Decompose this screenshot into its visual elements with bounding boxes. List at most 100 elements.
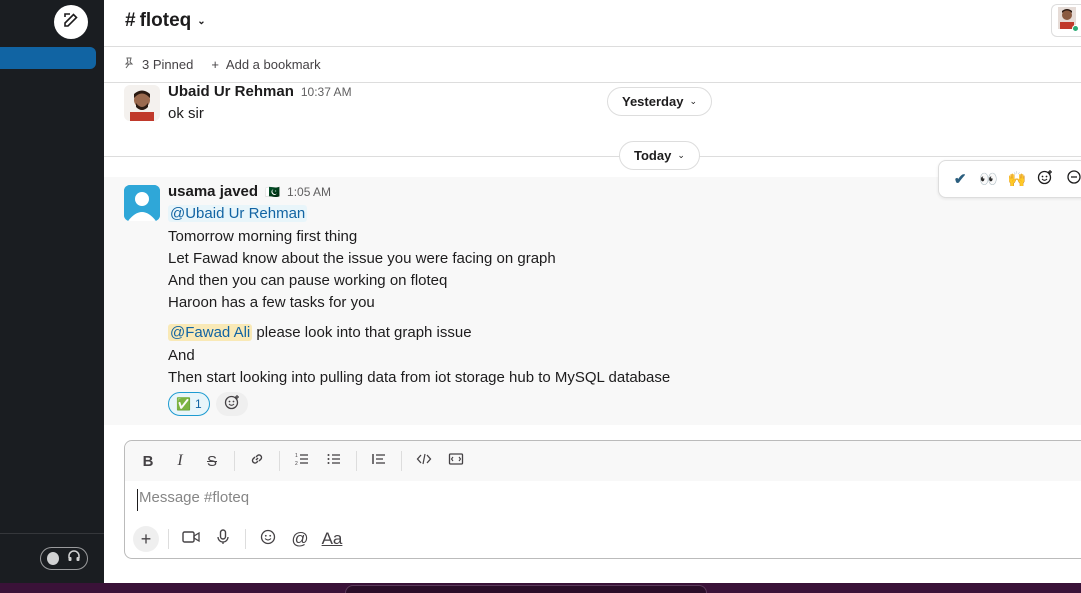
toggle-knob bbox=[47, 552, 59, 565]
channel-hash: # bbox=[125, 10, 136, 31]
date-divider-yesterday[interactable]: Yesterday ⌄ bbox=[607, 87, 712, 116]
message-header: Ubaid Ur Rehman 10:37 AM bbox=[168, 83, 352, 100]
toolbar-separator bbox=[245, 529, 246, 549]
toolbar-separator bbox=[234, 451, 235, 471]
add-emoji-icon bbox=[224, 394, 240, 415]
mention-followup-text: please look into that graph issue bbox=[252, 324, 472, 341]
message-line: @Fawad Ali please look into that graph i… bbox=[168, 322, 472, 344]
reaction-emoji: ✅ bbox=[176, 397, 191, 411]
message-line: Then start looking into pulling data fro… bbox=[168, 369, 671, 386]
svg-text:2: 2 bbox=[295, 461, 298, 467]
timestamp[interactable]: 10:37 AM bbox=[301, 85, 352, 99]
message-line: @Ubaid Ur Rehman bbox=[168, 203, 308, 225]
strikethrough-button[interactable]: S bbox=[199, 448, 225, 474]
chevron-down-icon: ⌄ bbox=[677, 150, 685, 160]
plus-icon: + bbox=[211, 57, 219, 72]
channel-title-button[interactable]: # floteq ⌄ bbox=[125, 10, 206, 32]
avatar[interactable] bbox=[124, 85, 160, 121]
message: Ubaid Ur Rehman 10:37 AM ok sir bbox=[104, 83, 1081, 139]
status-flag[interactable]: 🇵🇰 bbox=[265, 185, 280, 199]
message: usama javed 🇵🇰 1:05 AM @Ubaid Ur Rehman … bbox=[104, 183, 1081, 423]
link-button[interactable] bbox=[244, 448, 270, 474]
blockquote-icon bbox=[371, 451, 387, 472]
bold-icon: B bbox=[142, 452, 154, 470]
code-block-icon bbox=[448, 451, 464, 472]
ordered-list-icon: 12 bbox=[294, 451, 310, 472]
italic-button[interactable]: I bbox=[167, 448, 193, 474]
channel-members-button[interactable] bbox=[1051, 4, 1081, 37]
sidebar bbox=[0, 0, 104, 583]
add-bookmark-label: Add a bookmark bbox=[225, 57, 321, 72]
date-label: Yesterday bbox=[622, 94, 684, 109]
user-mention[interactable]: @Ubaid Ur Rehman bbox=[168, 205, 308, 222]
desktop-taskbar bbox=[0, 583, 1081, 593]
message-header: usama javed 🇵🇰 1:05 AM bbox=[168, 183, 331, 200]
video-icon bbox=[182, 530, 200, 549]
bold-button[interactable]: B bbox=[135, 448, 161, 474]
timestamp[interactable]: 1:05 AM bbox=[287, 185, 331, 199]
date-label: Today bbox=[634, 148, 672, 163]
audio-clip-button[interactable] bbox=[210, 526, 236, 552]
formatting-toolbar: B I S 12 bbox=[125, 441, 1081, 481]
reaction-count: 1 bbox=[194, 397, 202, 411]
reaction-pill[interactable]: ✅ 1 bbox=[168, 392, 210, 416]
sidebar-divider bbox=[0, 533, 104, 534]
add-reaction-pill[interactable] bbox=[215, 392, 248, 416]
at-sign-icon: @ bbox=[291, 529, 309, 548]
chevron-down-icon: ⌄ bbox=[689, 96, 697, 106]
bulleted-list-icon bbox=[326, 451, 342, 472]
svg-text:1: 1 bbox=[295, 453, 298, 459]
message-input[interactable]: Message #floteq bbox=[137, 489, 1077, 511]
code-block-button[interactable] bbox=[443, 448, 469, 474]
composer-actions: + @ Aa bbox=[133, 525, 345, 553]
date-divider-today[interactable]: Today ⌄ bbox=[619, 141, 700, 170]
emoji-button[interactable] bbox=[255, 526, 281, 552]
italic-icon: I bbox=[177, 452, 183, 469]
video-clip-button[interactable] bbox=[178, 526, 204, 552]
message-line: And then you can pause working on floteq bbox=[168, 272, 448, 289]
pinned-button[interactable]: 3 Pinned bbox=[123, 57, 193, 72]
channel-header: # floteq ⌄ bbox=[104, 0, 1081, 47]
channel-name: floteq bbox=[139, 10, 192, 31]
toolbar-separator bbox=[356, 451, 357, 471]
user-mention[interactable]: @Fawad Ali bbox=[168, 324, 253, 341]
bulleted-list-button[interactable] bbox=[321, 448, 347, 474]
strikethrough-icon: S bbox=[206, 452, 217, 470]
bookmarks-bar: 3 Pinned + Add a bookmark bbox=[104, 47, 1081, 83]
add-bookmark-button[interactable]: + Add a bookmark bbox=[211, 57, 320, 72]
huddle-toggle[interactable] bbox=[40, 547, 88, 570]
toolbar-separator bbox=[279, 451, 280, 471]
headphones-icon bbox=[67, 549, 81, 568]
compose-button[interactable] bbox=[54, 5, 88, 39]
mention-button[interactable]: @ bbox=[287, 526, 313, 552]
code-button[interactable] bbox=[411, 448, 437, 474]
message-line: Let Fawad know about the issue you were … bbox=[168, 250, 556, 267]
link-icon bbox=[249, 451, 265, 472]
pinned-label: 3 Pinned bbox=[142, 57, 194, 72]
pin-icon bbox=[123, 57, 135, 72]
microphone-icon bbox=[216, 528, 230, 550]
toolbar-separator bbox=[401, 451, 402, 471]
chevron-down-icon: ⌄ bbox=[197, 15, 206, 27]
avatar[interactable] bbox=[124, 185, 160, 221]
plus-icon: + bbox=[140, 528, 152, 549]
compose-icon bbox=[62, 11, 80, 34]
formatting-toggle-button[interactable]: Aa bbox=[319, 526, 345, 552]
attach-button[interactable]: + bbox=[133, 526, 159, 552]
message-line: Haroon has a few tasks for you bbox=[168, 294, 375, 311]
presence-dot bbox=[1072, 25, 1079, 32]
blockquote-button[interactable] bbox=[366, 448, 392, 474]
smiley-icon bbox=[260, 529, 276, 550]
message-list: Ubaid Ur Rehman 10:37 AM ok sir Yesterda… bbox=[104, 83, 1081, 425]
message-line: And bbox=[168, 347, 195, 364]
taskbar-tab bbox=[345, 585, 707, 593]
toolbar-separator bbox=[168, 529, 169, 549]
message-line: Tomorrow morning first thing bbox=[168, 228, 358, 245]
author-name[interactable]: usama javed bbox=[168, 183, 258, 200]
code-icon bbox=[416, 451, 432, 472]
message-text: ok sir bbox=[168, 105, 204, 122]
author-name[interactable]: Ubaid Ur Rehman bbox=[168, 83, 294, 100]
ordered-list-button[interactable]: 12 bbox=[289, 448, 315, 474]
sidebar-active-channel[interactable] bbox=[0, 47, 96, 69]
reactions-row: ✅ 1 bbox=[168, 392, 248, 416]
